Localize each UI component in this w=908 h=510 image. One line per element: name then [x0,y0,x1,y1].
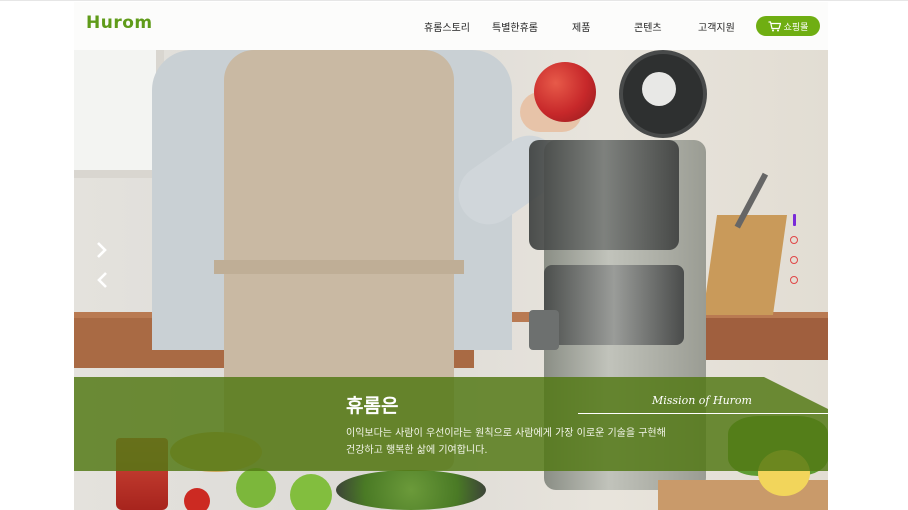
chevron-left-icon [97,272,107,288]
mission-line-2: 건강하고 행복한 삶에 기여합니다. [346,445,488,456]
hurom-logo[interactable]: Hurom [86,13,153,33]
shop-label: 쇼핑몰 [783,22,809,33]
nav-contents[interactable]: 콘텐츠 [634,19,662,34]
juicer-chamber [544,265,684,345]
pager-dot[interactable] [790,256,798,264]
slide-pager [790,214,804,296]
mission-divider [578,413,828,414]
apple [534,62,596,122]
nav-hurom-story[interactable]: 휴롬스토리 [424,19,470,34]
shop-button[interactable]: 쇼핑몰 [756,16,820,36]
juicer-lid-hole [642,72,676,106]
lime [290,474,332,510]
site-header: Hurom 휴롬스토리 특별한휴롬 제품 콘텐츠 고객지원 쇼핑몰 [74,2,828,50]
nav-special-hurom[interactable]: 특별한휴롬 [492,19,538,34]
mission-banner: 휴롬은 Mission of Hurom 이익보다는 사람이 우선이라는 원칙으… [74,377,828,471]
hero-slider: 휴롬은 Mission of Hurom 이익보다는 사람이 우선이라는 원칙으… [74,50,828,510]
apron-string [214,260,464,274]
mission-title: 휴롬은 [346,395,399,417]
lime [236,468,276,508]
cart-icon [768,20,781,31]
next-slide-button[interactable] [94,242,110,258]
nav-products[interactable]: 제품 [572,19,590,34]
prev-slide-button[interactable] [94,272,110,288]
mission-tag: Mission of Hurom [652,394,752,407]
nav-support[interactable]: 고객지원 [698,19,735,34]
pager-dot[interactable] [790,276,798,284]
homepage: Hurom 휴롬스토리 특별한휴롬 제품 콘텐츠 고객지원 쇼핑몰 휴롬은 Mi… [74,2,828,510]
pager-dot[interactable] [790,236,798,244]
juicer-spout [529,310,559,350]
chevron-right-icon [97,242,107,258]
top-border [0,0,908,1]
salad-plate [336,470,486,510]
juicer-bowl [529,140,679,250]
pager-dot-active[interactable] [793,214,796,226]
mission-text: 이익보다는 사람이 우선이라는 원칙으로 사람에게 가장 이로운 기술을 구현해… [346,425,726,459]
tomato [184,488,210,510]
kitchen-window [74,50,164,178]
mission-line-1: 이익보다는 사람이 우선이라는 원칙으로 사람에게 가장 이로운 기술을 구현해 [346,428,666,439]
